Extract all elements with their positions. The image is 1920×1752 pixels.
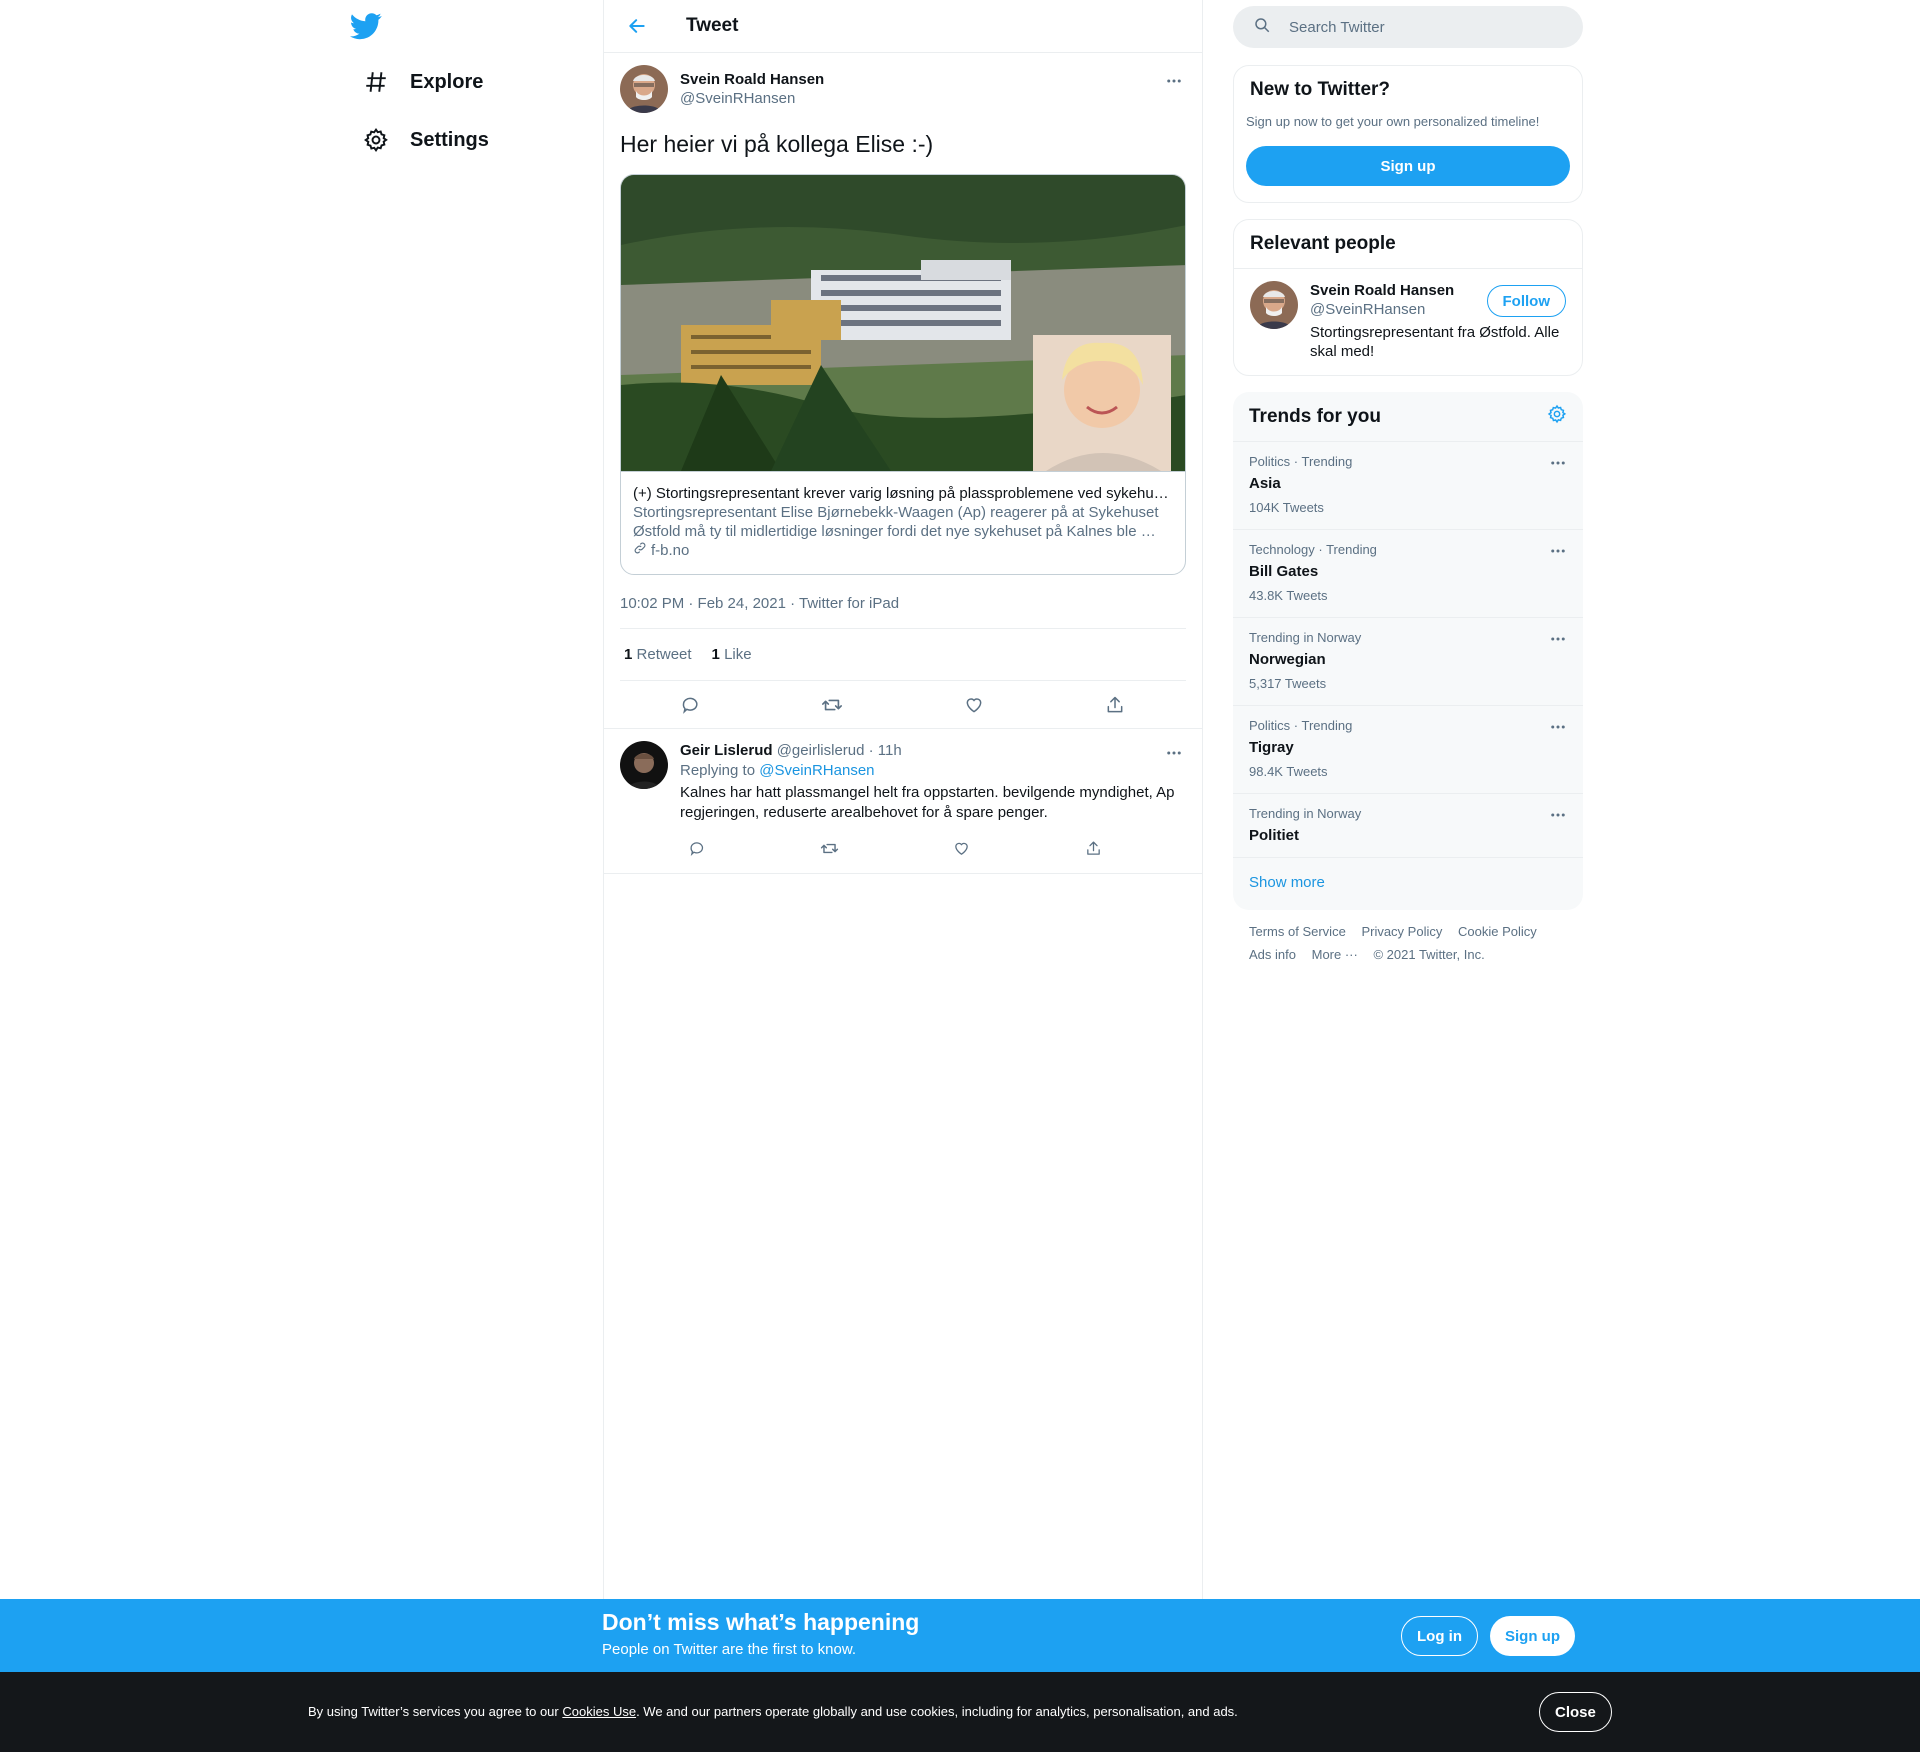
follow-button[interactable]: Follow xyxy=(1486,285,1566,317)
share-icon[interactable] xyxy=(1076,831,1110,865)
trend-name: Tigray xyxy=(1249,739,1294,756)
link-icon xyxy=(633,541,647,560)
main-tweet: Svein Roald Hansen @SveinRHansen Her hei… xyxy=(604,53,1202,729)
trend-item[interactable]: Trending in Norway Norwegian 5,317 Tweet… xyxy=(1233,618,1583,706)
relevant-people-title: Relevant people xyxy=(1250,233,1396,254)
main-column: Tweet Svein Roald Hansen @SveinRHansen H… xyxy=(603,0,1203,1600)
more-options-icon[interactable] xyxy=(1549,542,1567,565)
more-options-icon[interactable] xyxy=(1549,718,1567,741)
retweet-icon[interactable] xyxy=(815,688,849,722)
search-bar[interactable]: Search Twitter xyxy=(1233,6,1583,48)
replying-to-mention[interactable]: @SveinRHansen xyxy=(759,762,874,779)
trend-item[interactable]: Politics · Trending Tigray 98.4K Tweets xyxy=(1233,706,1583,794)
author-name[interactable]: Svein Roald Hansen xyxy=(680,70,824,89)
new-to-twitter-subtitle: Sign up now to get your own personalized… xyxy=(1246,114,1540,129)
terms-link[interactable]: Terms of Service xyxy=(1249,920,1346,943)
nav-explore[interactable]: Explore xyxy=(352,57,493,107)
footer-links: Terms of Service Privacy Policy Cookie P… xyxy=(1233,910,1583,976)
replying-to: Replying to @SveinRHansen xyxy=(680,762,875,779)
gear-icon xyxy=(362,126,390,154)
trend-name: Bill Gates xyxy=(1249,563,1319,580)
trends-title: Trends for you xyxy=(1249,405,1381,427)
card-domain: f-b.no xyxy=(651,542,690,559)
more-options-icon[interactable] xyxy=(1549,630,1567,653)
tweet-stats: 1 Retweet 1 Like xyxy=(620,629,1186,681)
like-icon[interactable] xyxy=(944,831,978,865)
back-arrow-icon[interactable] xyxy=(620,9,654,43)
right-sidebar: Search Twitter New to Twitter? Sign up n… xyxy=(1233,0,1583,976)
reply-icon[interactable] xyxy=(680,831,714,865)
trend-name: Norwegian xyxy=(1249,651,1326,668)
copyright: © 2021 Twitter, Inc. xyxy=(1373,947,1485,962)
tweet-timestamp[interactable]: 10:02 PM · Feb 24, 2021 · Twitter for iP… xyxy=(620,595,1186,629)
card-image xyxy=(621,175,1185,471)
author-avatar[interactable] xyxy=(620,65,668,113)
tweet-actions xyxy=(604,681,1202,729)
card-description: Stortingsrepresentant Elise Bjørnebekk-W… xyxy=(633,504,1159,540)
cookie-policy-link[interactable]: Cookie Policy xyxy=(1458,920,1537,943)
relevant-people-panel: Relevant people Svein Roald Hansen @Svei… xyxy=(1233,219,1583,376)
retweet-icon[interactable] xyxy=(812,831,846,865)
trend-item[interactable]: Politics · Trending Asia 104K Tweets xyxy=(1233,442,1583,530)
twitter-logo-icon[interactable] xyxy=(349,10,382,42)
cookie-text: By using Twitter’s services you agree to… xyxy=(308,1704,1238,1719)
nav-settings-label: Settings xyxy=(410,128,489,151)
reply-tweet[interactable]: Geir Lislerud @geirlislerud · 11h Replyi… xyxy=(604,729,1202,874)
more-options-icon[interactable] xyxy=(1549,454,1567,477)
sign-up-button[interactable]: Sign up xyxy=(1246,146,1570,186)
cta-sign-up-button[interactable]: Sign up xyxy=(1490,1616,1575,1656)
link-card[interactable]: (+) Stortingsrepresentant krever varig l… xyxy=(620,174,1186,575)
cookies-use-link[interactable]: Cookies Use xyxy=(562,1704,636,1719)
trend-name: Asia xyxy=(1249,475,1281,492)
more-link[interactable]: More ··· xyxy=(1312,943,1358,966)
trends-settings-gear-icon[interactable] xyxy=(1547,404,1567,429)
trend-item[interactable]: Trending in Norway Politiet xyxy=(1233,794,1583,858)
more-options-icon[interactable] xyxy=(1162,69,1186,93)
card-title: (+) Stortingsrepresentant krever varig l… xyxy=(633,485,1169,502)
like-icon[interactable] xyxy=(957,688,991,722)
trends-panel: Trends for you Politics · Trending Asia … xyxy=(1233,392,1583,910)
nav-explore-label: Explore xyxy=(410,70,484,93)
show-more-link[interactable]: Show more xyxy=(1233,858,1583,910)
share-icon[interactable] xyxy=(1098,688,1132,722)
main-header: Tweet xyxy=(604,0,1202,53)
reply-icon[interactable] xyxy=(674,688,708,722)
person-avatar[interactable] xyxy=(1250,281,1298,329)
more-options-icon[interactable] xyxy=(1549,806,1567,829)
new-to-twitter-panel: New to Twitter? Sign up now to get your … xyxy=(1233,65,1583,203)
cookie-banner: By using Twitter’s services you agree to… xyxy=(0,1672,1920,1752)
new-to-twitter-title: New to Twitter? xyxy=(1250,79,1391,100)
trend-name: Politiet xyxy=(1249,827,1300,844)
reply-time[interactable]: · 11h xyxy=(869,742,902,759)
more-options-icon[interactable] xyxy=(1162,741,1186,765)
author-handle[interactable]: @SveinRHansen xyxy=(680,89,824,108)
signup-prompt-bar: Don’t miss what’s happening People on Tw… xyxy=(0,1599,1920,1672)
log-in-button[interactable]: Log in xyxy=(1401,1616,1478,1656)
reply-author-name[interactable]: Geir Lislerud xyxy=(680,742,773,759)
close-button[interactable]: Close xyxy=(1539,1692,1612,1732)
search-input[interactable]: Search Twitter xyxy=(1289,19,1385,36)
relevant-person[interactable]: Svein Roald Hansen @SveinRHansen Stortin… xyxy=(1234,268,1582,375)
reply-text: Kalnes har hatt plassmangel helt fra opp… xyxy=(680,784,1175,821)
tweet-text: Her heier vi på kollega Elise :-) xyxy=(620,131,934,157)
cta-subtitle: People on Twitter are the first to know. xyxy=(602,1641,857,1658)
page-title: Tweet xyxy=(686,15,739,36)
retweet-stat[interactable]: 1 Retweet xyxy=(624,646,692,663)
like-stat[interactable]: 1 Like xyxy=(712,646,752,663)
reply-author-handle[interactable]: @geirlislerud xyxy=(777,742,865,759)
person-bio: Stortingsrepresentant fra Østfold. Alle … xyxy=(1310,324,1560,360)
nav-settings[interactable]: Settings xyxy=(352,115,499,165)
trend-item[interactable]: Technology · Trending Bill Gates 43.8K T… xyxy=(1233,530,1583,618)
privacy-link[interactable]: Privacy Policy xyxy=(1361,920,1442,943)
search-icon xyxy=(1253,16,1271,39)
reply-actions xyxy=(680,831,1110,865)
ads-info-link[interactable]: Ads info xyxy=(1249,943,1296,966)
reply-author-avatar[interactable] xyxy=(620,741,668,789)
hashtag-icon xyxy=(362,68,390,96)
cta-title: Don’t miss what’s happening xyxy=(602,1609,920,1635)
